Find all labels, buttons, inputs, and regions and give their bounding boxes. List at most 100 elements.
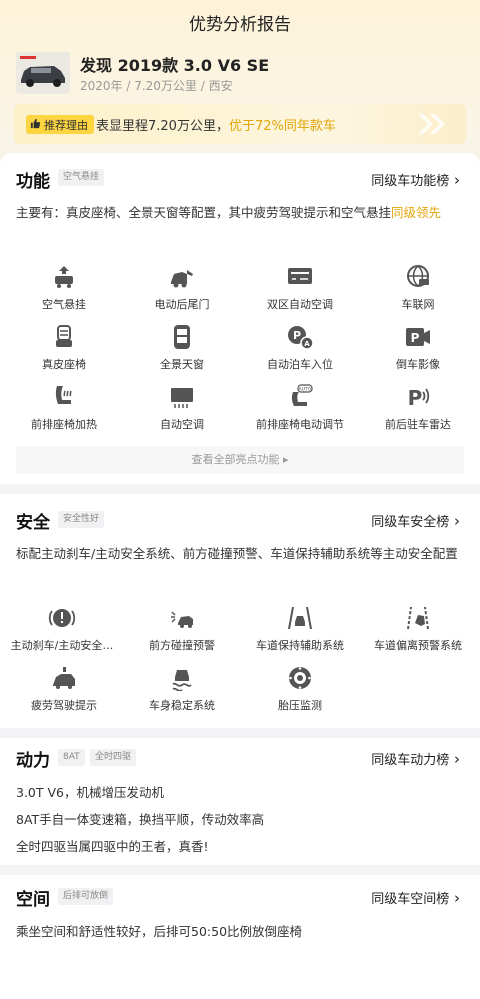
collision-warning-icon	[122, 605, 242, 631]
tire-pressure-icon	[240, 665, 360, 691]
feature-label: 空气悬挂	[42, 298, 86, 311]
power-tailgate-icon	[122, 264, 242, 290]
function-title: 功能	[16, 172, 50, 192]
feature-item[interactable]: 车道保持辅助系统	[240, 605, 360, 653]
feature-item[interactable]: 主动刹车/主动安全…	[2, 605, 122, 653]
feature-label: 真皮座椅	[42, 358, 86, 371]
lane-departure-icon	[358, 605, 478, 631]
safety-desc: 标配主动刹车/主动安全系统、前方碰撞预警、车道保持辅助系统等主动安全配置	[16, 546, 458, 561]
function-rank-link[interactable]: 同级车功能榜	[371, 170, 460, 189]
view-all-features-button[interactable]: 查看全部亮点功能 ▸	[16, 446, 464, 474]
stability-control-icon	[122, 665, 242, 692]
recommend-highlight: 优于72%同年款车	[228, 119, 336, 134]
feature-item[interactable]: 空气悬挂	[4, 264, 124, 312]
feature-label: 全景天窗	[160, 358, 204, 371]
recommend-banner: 推荐理由 表显里程7.20万公里，优于72%同年款车	[14, 104, 466, 144]
feature-item[interactable]: 双区自动空调	[240, 264, 360, 312]
reverse-camera-icon: P	[358, 324, 478, 350]
feature-label: 车身稳定系统	[149, 699, 215, 712]
svg-text:P: P	[411, 331, 420, 345]
feature-item[interactable]: 真皮座椅	[4, 324, 124, 372]
power-line: 全时四驱当属四驱中的王者，真香!	[16, 839, 209, 854]
lane-keep-icon	[240, 605, 360, 631]
feature-item[interactable]: 疲劳驾驶提示	[4, 665, 124, 713]
feature-item[interactable]: 前方碰撞预警	[122, 605, 242, 653]
leather-seat-icon	[4, 324, 124, 350]
svg-text:P: P	[408, 386, 423, 410]
seat-heating-icon	[4, 384, 124, 410]
space-title: 空间	[16, 890, 50, 910]
auto-parking-icon: PA	[240, 324, 360, 350]
power-tag: 8AT	[58, 749, 85, 766]
recommend-text-main: 表显里程7.20万公里，	[96, 119, 229, 134]
car-name: 发现 2019款 3.0 V6 SE	[80, 56, 270, 75]
feature-label: 前方碰撞预警	[149, 639, 215, 652]
space-tag: 后排可放倒	[58, 888, 114, 905]
feature-label: 车道偏离预警系统	[374, 639, 462, 652]
header-area: 优势分析报告 发现 2019款 3.0 V6 SE 2020年 / 7.20万公…	[0, 0, 480, 170]
space-desc: 乘坐空间和舒适性较好，后排可50:50比例放倒座椅	[16, 924, 303, 939]
page-title: 优势分析报告	[189, 15, 291, 35]
feature-label: 车道保持辅助系统	[256, 639, 344, 652]
feature-item[interactable]: 车身稳定系统	[122, 665, 242, 713]
feature-item[interactable]: P 前后驻车雷达	[358, 384, 478, 432]
feature-item[interactable]: AUTO 前排座椅电动调节	[240, 384, 360, 432]
feature-label: 自动空调	[160, 418, 204, 431]
safety-card: 安全 安全性好 同级车安全榜 标配主动刹车/主动安全系统、前方碰撞预警、车道保持…	[0, 494, 480, 728]
dual-zone-ac-icon	[240, 264, 360, 290]
feature-item[interactable]: 胎压监测	[240, 665, 360, 713]
power-seat-icon: AUTO	[240, 384, 360, 410]
feature-item[interactable]: P 倒车影像	[358, 324, 478, 372]
feature-label: 前后驻车雷达	[385, 418, 451, 431]
power-rank-link[interactable]: 同级车动力榜	[371, 749, 460, 768]
air-suspension-icon	[4, 264, 124, 290]
car-meta: 2020年 / 7.20万公里 / 西安	[80, 79, 233, 93]
feature-item[interactable]: PA 自动泊车入位	[240, 324, 360, 372]
feature-item[interactable]: 车道偏离预警系统	[358, 605, 478, 653]
feature-label: 自动泊车入位	[267, 358, 333, 371]
function-tag: 空气悬挂	[58, 169, 105, 186]
function-card: 功能 空气悬挂 同级车功能榜 主要有：真皮座椅、全景天窗等配置，其中疲劳驾驶提示…	[0, 153, 480, 484]
power-card: 动力 8AT 全时四驱 同级车动力榜 3.0T V6，机械增压发动机 8AT手自…	[0, 738, 480, 865]
fatigue-alert-icon	[4, 665, 124, 691]
power-line: 8AT手自一体变速箱，换挡平顺，传动效率高	[16, 812, 265, 827]
feature-item[interactable]: 全景天窗	[122, 324, 242, 372]
space-card: 空间 后排可放倒 同级车空间榜 乘坐空间和舒适性较好，后排可50:50比例放倒座…	[0, 875, 480, 999]
auto-ac-icon	[122, 384, 242, 410]
feature-label: 车联网	[401, 298, 435, 311]
feature-label: 疲劳驾驶提示	[31, 699, 97, 712]
feature-label: 倒车影像	[396, 358, 440, 371]
power-title: 动力	[16, 751, 50, 771]
power-tag: 全时四驱	[90, 749, 137, 766]
parking-radar-icon: P	[358, 384, 478, 410]
feature-item[interactable]: 电动后尾门	[122, 264, 242, 312]
feature-item[interactable]: 车联网	[358, 264, 478, 312]
active-brake-icon	[2, 605, 122, 631]
function-desc: 主要有：真皮座椅、全景天窗等配置，其中疲劳驾驶提示和空气悬挂同级领先	[16, 202, 464, 224]
feature-item[interactable]: 前排座椅加热	[4, 384, 124, 432]
safety-rank-link[interactable]: 同级车安全榜	[371, 511, 460, 530]
safety-tag: 安全性好	[58, 511, 105, 528]
svg-text:P: P	[293, 329, 301, 342]
feature-label: 电动后尾门	[154, 298, 210, 311]
thumbs-up-icon	[30, 118, 41, 132]
feature-item[interactable]: 自动空调	[122, 384, 242, 432]
svg-text:A: A	[304, 340, 310, 348]
safety-title: 安全	[16, 513, 50, 533]
connected-car-icon	[358, 264, 478, 290]
recommend-tag-label: 推荐理由	[44, 118, 88, 132]
feature-label: 主动刹车/主动安全…	[10, 639, 114, 652]
space-rank-link[interactable]: 同级车空间榜	[371, 888, 460, 907]
svg-text:AUTO: AUTO	[299, 387, 312, 393]
feature-label: 前排座椅电动调节	[256, 418, 344, 431]
recommend-text: 表显里程7.20万公里，优于72%同年款车	[96, 115, 336, 134]
feature-label: 双区自动空调	[267, 298, 333, 311]
car-thumbnail[interactable]	[16, 52, 70, 94]
power-line: 3.0T V6，机械增压发动机	[16, 785, 164, 800]
feature-label: 前排座椅加热	[31, 418, 97, 431]
recommend-tag: 推荐理由	[26, 115, 94, 134]
function-desc-text: 主要有：真皮座椅、全景天窗等配置，其中疲劳驾驶提示和空气悬挂	[16, 205, 392, 220]
feature-label: 胎压监测	[278, 699, 322, 712]
double-chevron-icon	[414, 112, 448, 140]
panoramic-sunroof-icon	[122, 324, 242, 350]
